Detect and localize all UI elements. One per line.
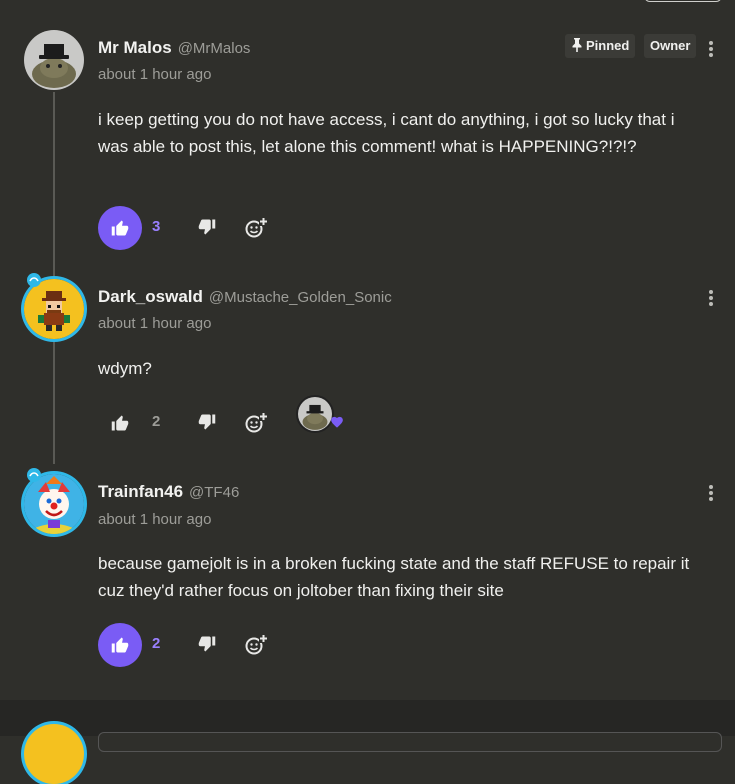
like-button[interactable] (98, 623, 142, 667)
like-button[interactable] (98, 206, 142, 250)
avatar-frame-badge (26, 272, 42, 293)
comment-1: Mr Malos @MrMalos about 1 hour ago Pinned… (0, 0, 735, 260)
like-count[interactable]: 3 (152, 218, 160, 235)
username-handle[interactable]: @MrMalos (178, 40, 251, 57)
reply-input[interactable] (98, 732, 722, 752)
timestamp[interactable]: about 1 hour ago (98, 66, 211, 83)
avatar-frame-badge (26, 467, 42, 488)
username-handle[interactable]: @Mustache_Golden_Sonic (209, 289, 392, 306)
display-name[interactable]: Dark_oswald (98, 287, 203, 306)
thumbs-up-icon (111, 637, 129, 653)
display-name[interactable]: Mr Malos (98, 38, 172, 57)
like-button[interactable] (98, 401, 142, 445)
thumbs-up-icon (111, 415, 129, 431)
add-reaction-icon (245, 217, 268, 238)
kebab-menu-icon[interactable] (706, 289, 716, 309)
display-name[interactable]: Trainfan46 (98, 482, 183, 501)
like-count[interactable]: 2 (152, 413, 160, 430)
thumbs-up-icon (111, 220, 129, 236)
add-reaction-icon (245, 634, 268, 655)
add-reaction-icon (245, 412, 268, 433)
avatar[interactable] (24, 30, 84, 90)
comment-text: wdym? (98, 359, 152, 378)
comment-text: i keep getting you do not have access, i… (98, 110, 675, 156)
commenter-name[interactable]: Trainfan46 @TF46 (98, 482, 239, 502)
dislike-button[interactable] (198, 218, 218, 238)
owner-reaction-avatar[interactable] (296, 395, 334, 433)
kebab-menu-icon[interactable] (706, 40, 716, 60)
like-count[interactable]: 2 (152, 635, 160, 652)
pinned-tag: Pinned (565, 34, 636, 58)
commenter-name[interactable]: Dark_oswald @Mustache_Golden_Sonic (98, 287, 392, 307)
reply-composer (0, 700, 735, 784)
owner-tag: Owner (644, 34, 697, 58)
current-user-avatar[interactable] (24, 724, 84, 784)
dislike-button[interactable] (198, 635, 218, 655)
pin-icon (572, 38, 582, 52)
thumbs-down-icon (198, 219, 216, 235)
username-handle[interactable]: @TF46 (189, 484, 239, 501)
thumbs-down-icon (198, 636, 216, 652)
dislike-button[interactable] (198, 413, 218, 433)
timestamp[interactable]: about 1 hour ago (98, 315, 211, 332)
add-reaction-button[interactable] (244, 633, 268, 657)
owner-label: Owner (650, 38, 691, 53)
heart-icon (331, 416, 343, 428)
kebab-menu-icon[interactable] (706, 484, 716, 504)
timestamp[interactable]: about 1 hour ago (98, 511, 211, 528)
comment-text: because gamejolt is in a broken fucking … (98, 554, 690, 600)
thumbs-down-icon (198, 414, 216, 430)
commenter-name[interactable]: Mr Malos @MrMalos (98, 38, 250, 58)
add-reaction-button[interactable] (244, 411, 268, 435)
add-reaction-button[interactable] (244, 216, 268, 240)
pinned-label: Pinned (586, 38, 630, 53)
